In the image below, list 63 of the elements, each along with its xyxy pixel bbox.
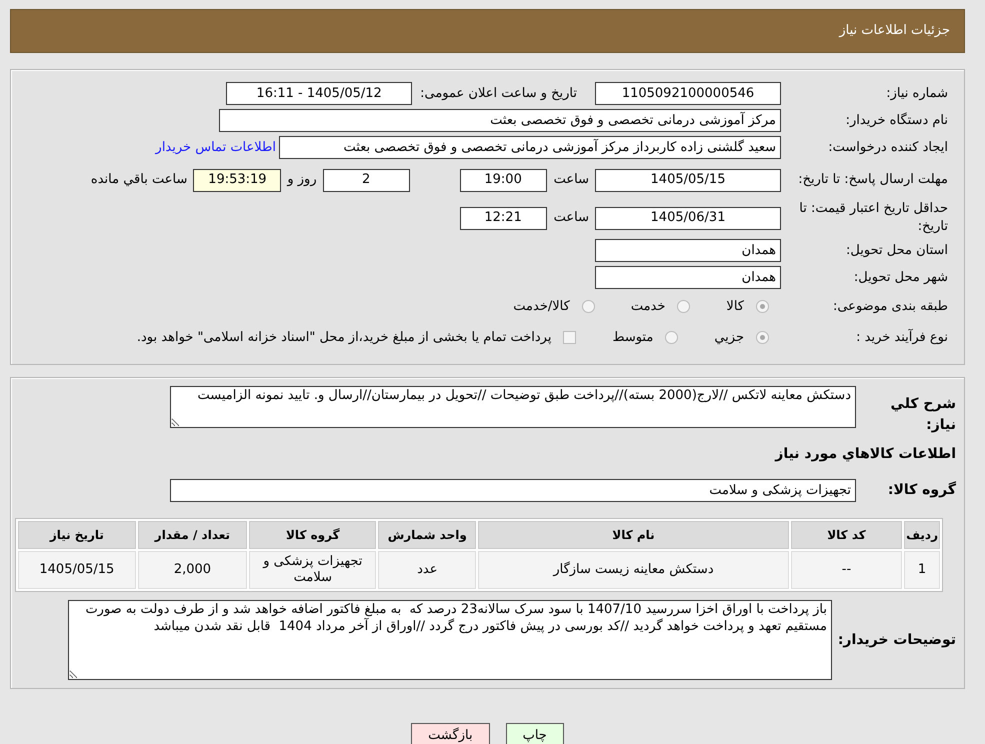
deadline-time-field: 19:00 [460,168,547,192]
radio-button[interactable] [756,331,769,344]
radio-button[interactable] [665,331,678,344]
back-button[interactable]: بازگشت [411,723,490,744]
column-header: گروه کالا [249,521,376,549]
table-cell: عدد [378,551,476,589]
column-header: تعداد / مقدار [138,521,248,549]
field-label: استان محل تحویل: [845,242,949,260]
field-label: نام دستگاه خریدار: [844,112,949,130]
column-header: کد کالا [790,521,902,549]
field-label: حداقل تاریخ اعتبار قیمت: تا تاریخ: [798,200,949,236]
announce-date-field: 1405/05/12 - 16:11 [226,82,412,105]
field-label: شهر محل تحویل: [852,268,949,286]
table-cell: 1405/05/15 [18,551,136,589]
checkbox-label: پرداخت تمام یا بخشی از مبلغ خرید،از محل "اسناد خزانه اسلامی" خواهد بود. [136,328,552,347]
buyer-org-field: مرکز آموزشی درمانی تخصصی و فوق تخصصی بعثت [219,109,781,132]
field-label: نوع فرآیند خرید : [855,328,949,346]
print-button[interactable]: چاپ [506,723,564,744]
deadline-date-field: 1405/05/15 [595,168,781,192]
field-label: ساعت [554,171,589,190]
field-label: ساعت باقي مانده [90,171,188,190]
contact-link[interactable]: اطلاعات تماس خریدار [156,138,276,158]
table-cell: تجهیزات پزشکی و سلامت [249,551,376,589]
radio-button[interactable] [677,300,690,313]
field-label: ساعت [554,209,589,228]
buyer-notes-field[interactable]: باز پرداخت با اوراق اخزا سررسید 1407/10 با سود سرک سالانه23 درصد که به مبلغ فاکتور اضافه خواهد شد و از طرف دولت به صورت مستقیم تعهد و پرداخت خواهد گردید //کد بورسی در پیش فاکتور درج گردد //اوراق از آخر مرداد 1404 قابل نقد شدن میباشد [68,600,832,680]
requester-field: سعید گلشنی زاده کاربرداز مرکز آموزشی درمانی تخصصی و فوق تخصصی بعثت [279,136,781,159]
field-label: گروه کالا: [886,480,956,500]
validity-date-field: 1405/06/31 [595,206,781,230]
field-label: تاریخ و ساعت اعلان عمومی: [420,84,577,103]
field-label: شرح كلي نياز: [890,395,956,435]
column-header: واحد شمارش [378,521,476,549]
radio-label: جزيي [714,328,744,347]
table-cell: -- [790,551,902,589]
days-field: 2 [322,168,410,192]
field-label: ایجاد کننده درخواست: [827,138,949,156]
remaining-time-field: 19:53:19 [193,168,282,192]
field-label: روز و [287,171,317,190]
radio-label: كالا [726,298,744,316]
checkbox[interactable] [563,331,576,344]
section-heading: اطلاعات كالاهاي مورد نياز [774,445,956,464]
radio-label: كالا/خدمت [513,298,570,316]
radio-label: متوسط [612,328,654,347]
field-label: توضیحات خریدار: [836,631,956,650]
field-label: شماره نیاز: [885,84,949,102]
validity-time-field: 12:21 [460,206,547,230]
column-header: تاریخ نیاز [18,521,136,549]
page-title: جزئیات اطلاعات نیاز [839,22,950,40]
table-cell: 1 [904,551,940,589]
table-cell: دستکش معاینه زیست سازگار [478,551,789,589]
field-label: مهلت ارسال پاسخ: تا تاریخ: [797,171,949,189]
radio-label: خدمت [630,298,666,316]
radio-button[interactable] [756,300,769,313]
description-field[interactable]: دستکش معاینه لاتکس //لارج(2000 بسته)//پرداخت طبق توضیحات //تحویل در بیمارستان//ارسال و. تایید نمونه الزامیست [170,386,856,428]
need-number-field: 1105092100000546 [595,82,781,105]
province-field: همدان [595,239,781,262]
column-header: نام کالا [478,521,789,549]
table-cell: 2,000 [138,551,248,589]
radio-button[interactable] [582,300,595,313]
field-label: طبقه بندی موضوعی: [832,298,949,316]
city-field: همدان [595,266,781,289]
goods-group-field: تجهیزات پزشکی و سلامت [170,479,856,502]
column-header: ردیف [904,521,940,549]
